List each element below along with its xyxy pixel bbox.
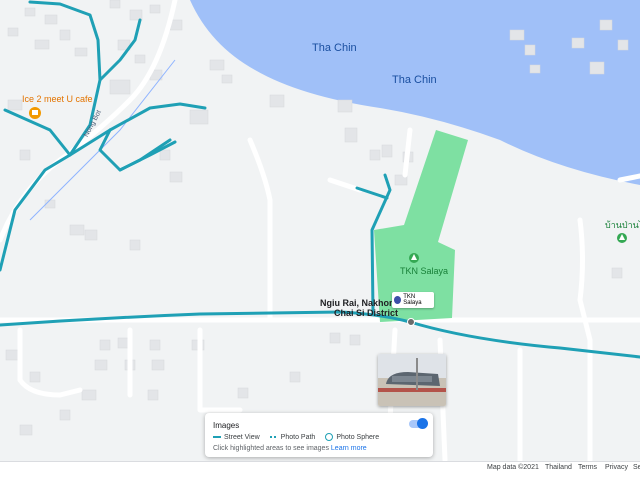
legend-note-text: Click highlighted areas to see images <box>213 445 329 452</box>
park-marker-icon[interactable] <box>409 253 419 263</box>
images-toggle[interactable] <box>409 418 428 429</box>
legend-street-view: Street View <box>213 434 260 441</box>
send-feedback-link[interactable]: Se <box>633 464 640 471</box>
street-view-photo <box>378 354 446 406</box>
learn-more-link[interactable]: Learn more <box>331 445 367 452</box>
photo-sphere-ring-icon <box>325 433 334 441</box>
river-label-1: Tha Chin <box>312 42 357 54</box>
park-label[interactable]: TKN Salaya <box>400 266 448 276</box>
terms-link[interactable]: Terms <box>578 464 597 471</box>
street-view-dot[interactable] <box>407 318 415 326</box>
legend-title: Images <box>213 421 240 430</box>
place-pin-card[interactable]: TKN Salaya <box>392 292 434 308</box>
river-label-2: Tha Chin <box>392 74 437 86</box>
place-name-line2: Chai Si District <box>334 308 399 318</box>
cafe-label[interactable]: Ice 2 meet U cafe <box>22 94 93 104</box>
place-pin-icon <box>394 296 402 304</box>
map-data-text: Map data ©2021 <box>487 464 539 471</box>
street-view-label: Street View <box>224 433 260 441</box>
legend-photo-path: Photo Path <box>269 433 316 441</box>
photo-sphere-label: Photo Sphere <box>336 433 380 441</box>
map-footer: Map data ©2021 Thailand Terms Privacy Se <box>0 461 640 481</box>
legend-note: Click highlighted areas to see images Le… <box>213 445 367 452</box>
place-name-line1: Ngiu Rai, Nakhon <box>320 298 395 308</box>
photo-path-label: Photo Path <box>280 433 316 441</box>
pin-card-label: TKN Salaya <box>403 294 422 306</box>
street-view-line-icon <box>213 436 221 438</box>
country-text[interactable]: Thailand <box>545 464 572 471</box>
map-canvas[interactable] <box>0 0 640 480</box>
cafe-marker-icon[interactable] <box>29 107 41 119</box>
legend-photo-sphere: Photo Sphere <box>325 433 379 441</box>
thai-poi-label[interactable]: บ้านป่านไ... <box>605 218 640 232</box>
images-legend: Images Street View Photo Path Photo Sphe… <box>205 413 433 457</box>
street-view-thumbnail[interactable] <box>378 354 446 406</box>
place-name[interactable]: Ngiu Rai, Nakhon Chai Si District <box>320 298 398 318</box>
thai-poi-marker-icon[interactable] <box>617 233 627 243</box>
photo-path-dots-icon <box>269 436 278 438</box>
privacy-link[interactable]: Privacy <box>605 464 628 471</box>
toggle-knob <box>417 418 428 429</box>
